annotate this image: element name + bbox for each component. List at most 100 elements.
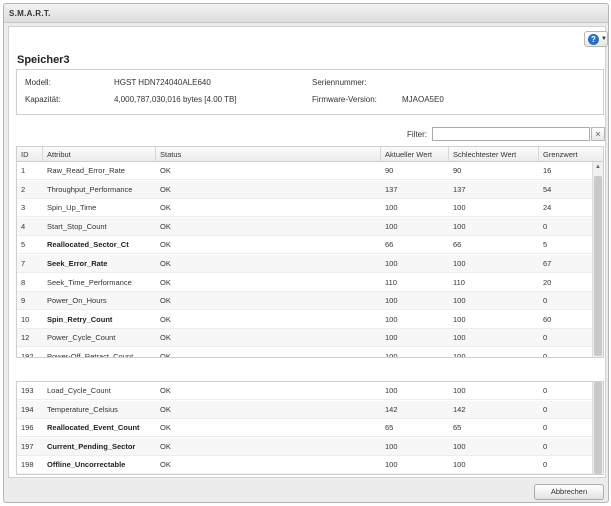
disk-name-heading: Speicher3 [17, 54, 70, 66]
firmware-value: MJAOA5E0 [402, 95, 444, 104]
table-row[interactable]: 194 Temperature_Celsius OK 142 142 0 [17, 400, 594, 419]
cell-current: 100 [385, 203, 398, 213]
cell-status: OK [160, 203, 171, 213]
cell-current: 100 [385, 386, 398, 395]
cell-worst: 100 [453, 296, 466, 306]
firmware-label: Firmware-Version: [312, 95, 377, 104]
column-header-id[interactable]: ID [17, 147, 43, 162]
cell-current: 100 [385, 221, 398, 231]
cell-threshold: 0 [543, 333, 548, 343]
cell-current: 90 [385, 166, 394, 175]
table-row[interactable]: 8 Seek_Time_Performance OK 110 110 20 [17, 274, 594, 292]
cell-attr: Power_Cycle_Count [47, 333, 116, 343]
scrollbar-thumb-continued[interactable] [594, 382, 602, 474]
help-menu-button[interactable]: ? ▼ [584, 31, 608, 47]
cell-threshold: 24 [543, 203, 552, 213]
cell-id: 10 [21, 314, 30, 324]
cell-attr: Current_Pending_Sector [47, 441, 136, 451]
cell-attr: Spin_Retry_Count [47, 314, 113, 324]
cell-attr: Offline_Uncorrectable [47, 460, 126, 470]
cell-threshold: 67 [543, 259, 552, 268]
cell-threshold: 0 [543, 460, 548, 470]
cell-worst: 137 [453, 184, 466, 194]
cell-id: 197 [21, 441, 34, 451]
table-row[interactable]: 1 Raw_Read_Error_Rate OK 90 90 16 [17, 162, 594, 180]
column-header-status[interactable]: Status [156, 147, 381, 162]
table-row[interactable]: 198 Offline_Uncorrectable OK 100 100 0 [17, 456, 594, 474]
cell-status: OK [160, 277, 171, 287]
cell-worst: 100 [453, 460, 466, 470]
table-row[interactable]: 7 Seek_Error_Rate OK 100 100 67 [17, 255, 594, 273]
table-row[interactable]: 5 Reallocated_Sector_Ct OK 66 66 5 [17, 236, 594, 255]
table-row[interactable]: 4 Start_Stop_Count OK 100 100 0 [17, 217, 594, 236]
cell-current: 142 [385, 404, 398, 414]
model-label: Modell: [25, 78, 51, 87]
cell-worst: 65 [453, 423, 462, 433]
column-header-current[interactable]: Aktueller Wert [381, 147, 449, 162]
table-row[interactable]: 12 Power_Cycle_Count OK 100 100 0 [17, 329, 594, 348]
cell-status: OK [160, 166, 171, 175]
smart-attribute-table: ID Attribut Status Aktueller Wert Schlec… [16, 146, 604, 358]
cell-attr: Power_On_Hours [47, 296, 107, 306]
dialog-content: ? ▼ Speicher3 Modell: HGST HDN724040ALE6… [8, 26, 608, 478]
filter-input[interactable] [432, 127, 590, 141]
table-row[interactable]: 9 Power_On_Hours OK 100 100 0 [17, 292, 594, 311]
cell-status: OK [160, 240, 171, 250]
cell-id: 194 [21, 404, 34, 414]
cell-threshold: 20 [543, 277, 552, 287]
cell-threshold: 0 [543, 441, 548, 451]
filter-clear-button[interactable]: × [591, 127, 605, 141]
table-scrollbar[interactable]: ▲ [592, 162, 603, 357]
cell-status: OK [160, 296, 171, 306]
cell-current: 100 [385, 259, 398, 268]
cell-status: OK [160, 441, 171, 451]
table-header: ID Attribut Status Aktueller Wert Schlec… [17, 147, 603, 162]
capacity-value: 4,000,787,030,016 bytes [4.00 TB] [114, 95, 237, 104]
cell-worst: 100 [453, 259, 466, 268]
cell-id: 1 [21, 166, 26, 175]
cell-status: OK [160, 352, 171, 358]
cell-attr: Spin_Up_Time [47, 203, 97, 213]
column-header-threshold[interactable]: Grenzwert [539, 147, 603, 162]
smart-dialog: S.M.A.R.T. ? ▼ Speicher3 Modell: HGST HD… [3, 3, 609, 503]
cell-status: OK [160, 221, 171, 231]
cell-current: 100 [385, 314, 398, 324]
table-row[interactable]: 3 Spin_Up_Time OK 100 100 24 [17, 199, 594, 218]
cell-status: OK [160, 460, 171, 470]
column-header-worst[interactable]: Schlechtester Wert [449, 147, 539, 162]
table-row[interactable]: 10 Spin_Retry_Count OK 100 100 60 [17, 311, 594, 329]
cell-attr: Reallocated_Event_Count [47, 423, 140, 433]
cell-attr: Reallocated_Sector_Ct [47, 240, 129, 250]
cell-id: 9 [21, 296, 26, 306]
dialog-titlebar[interactable]: S.M.A.R.T. [4, 4, 608, 23]
table-row[interactable]: 197 Current_Pending_Sector OK 100 100 0 [17, 437, 594, 456]
table-row[interactable]: 193 Load_Cycle_Count OK 100 100 0 [17, 382, 594, 400]
cell-threshold: 16 [543, 166, 552, 175]
scroll-up-arrow-icon[interactable]: ▲ [593, 162, 603, 172]
table-row[interactable]: 2 Throughput_Performance OK 137 137 54 [17, 180, 594, 199]
cell-status: OK [160, 314, 171, 324]
cell-threshold: 0 [543, 352, 548, 358]
model-value: HGST HDN724040ALE640 [114, 78, 211, 87]
cell-status: OK [160, 184, 171, 194]
cell-threshold: 60 [543, 314, 552, 324]
cell-worst: 142 [453, 404, 466, 414]
cell-id: 192 [21, 352, 34, 358]
table-scrollbar-continued[interactable] [592, 382, 603, 474]
cell-current: 137 [385, 184, 398, 194]
cell-current: 100 [385, 333, 398, 343]
column-header-attribute[interactable]: Attribut [43, 147, 156, 162]
cell-id: 198 [21, 460, 34, 470]
help-icon: ? [588, 34, 599, 45]
cell-attr: Start_Stop_Count [47, 221, 107, 231]
capacity-label: Kapazität: [25, 95, 61, 104]
scrollbar-thumb[interactable] [594, 176, 602, 356]
table-row[interactable]: 192 Power-Off_Retract_Count OK 100 100 0 [17, 348, 594, 358]
cell-worst: 100 [453, 314, 466, 324]
cell-id: 4 [21, 221, 26, 231]
cell-threshold: 0 [543, 423, 548, 433]
table-row[interactable]: 196 Reallocated_Event_Count OK 65 65 0 [17, 419, 594, 438]
cell-id: 7 [21, 259, 26, 268]
cell-worst: 100 [453, 203, 466, 213]
cancel-button[interactable]: Abbrechen [534, 484, 604, 500]
